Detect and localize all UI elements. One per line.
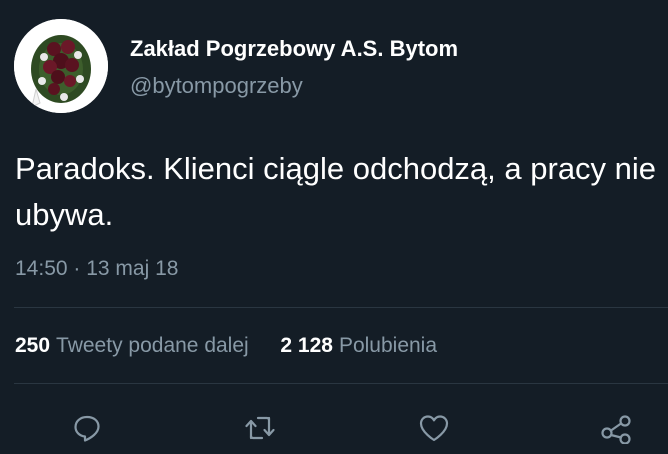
action-bar (0, 408, 668, 448)
reply-icon (74, 415, 100, 442)
likes-count: 2 128 (280, 334, 333, 357)
divider (14, 307, 668, 308)
likes-stat[interactable]: 2 128 Polubienia (280, 334, 437, 357)
retweets-stat[interactable]: 250 Tweety podane dalej (15, 334, 255, 357)
engagement-stats: 250 Tweety podane dalej 2 128 Polubienia (15, 334, 437, 358)
share-icon (601, 415, 631, 444)
retweets-count: 250 (15, 334, 51, 357)
display-name[interactable]: Zakład Pogrzebowy A.S. Bytom (130, 36, 458, 62)
funeral-wreath-avatar-icon (14, 19, 108, 113)
tweet-text: Paradoks. Klienci ciągle odchodzą, a pra… (15, 151, 657, 232)
likes-label: Polubienia (338, 334, 438, 357)
like-button[interactable] (414, 408, 454, 448)
reply-button[interactable] (67, 408, 107, 448)
retweets-label: Tweety podane dalej (56, 334, 249, 357)
tweet-timestamp: 14:50 · 13 maj 18 (15, 257, 179, 280)
user-handle[interactable]: @bytompogrzeby (130, 73, 303, 99)
like-icon (419, 415, 449, 442)
avatar[interactable] (14, 19, 108, 113)
divider (14, 383, 668, 384)
retweet-icon (245, 416, 275, 440)
retweet-button[interactable] (240, 408, 280, 448)
share-button[interactable] (596, 408, 636, 448)
tweet-detail: Zakład Pogrzebowy A.S. Bytom @bytompogrz… (0, 0, 668, 454)
